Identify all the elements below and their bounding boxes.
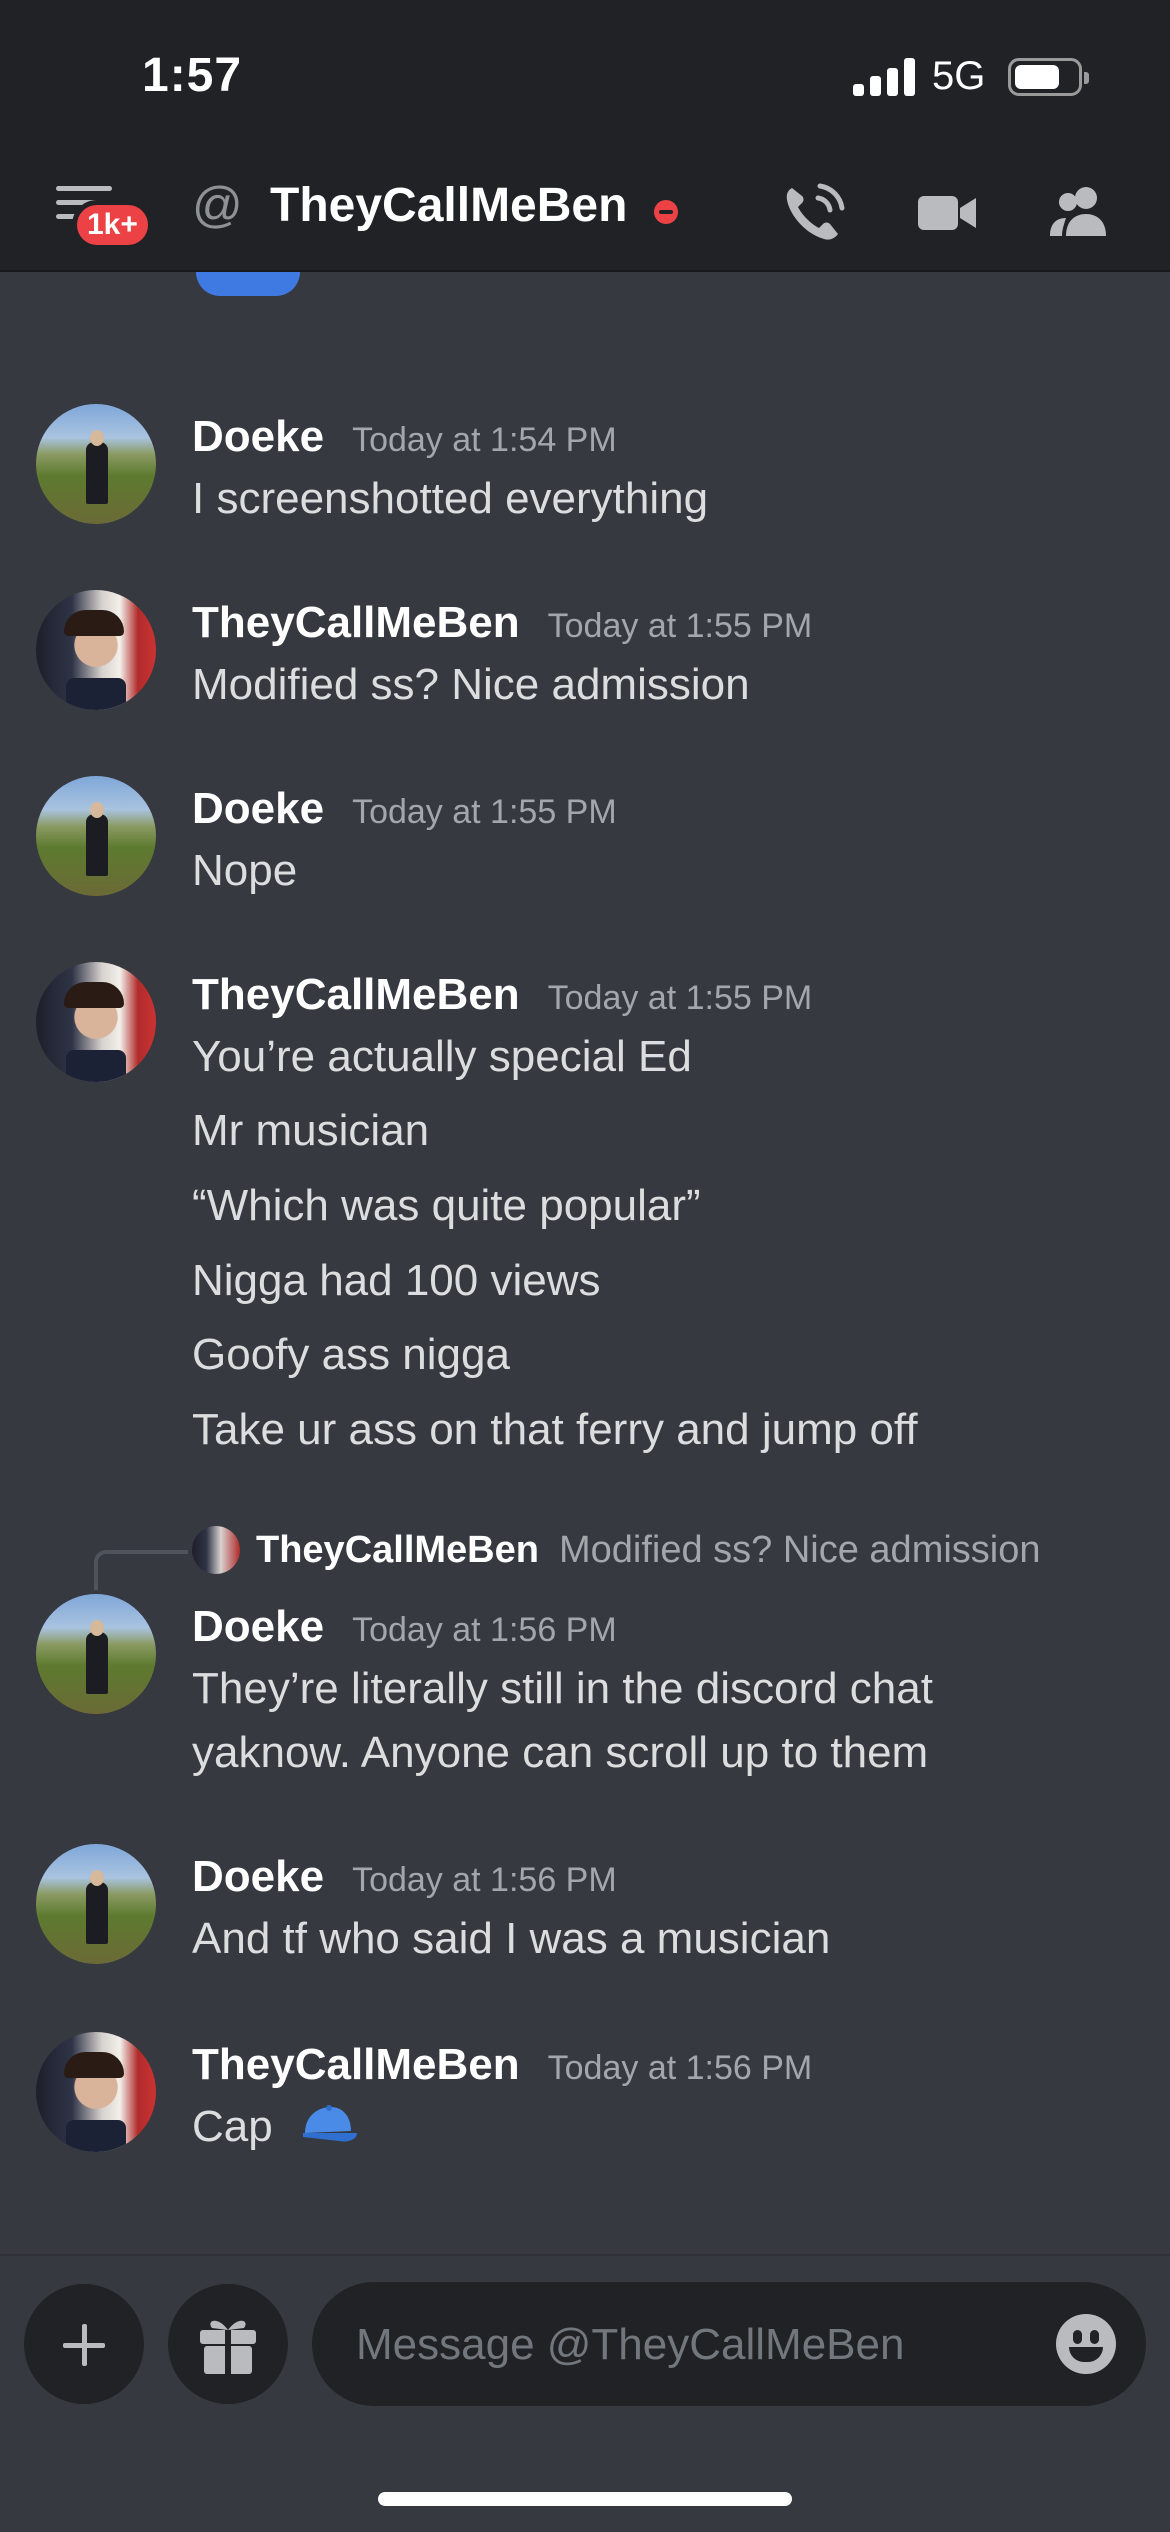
top-bar: 1:57 5G 1k+ @ TheyCallMeBen xyxy=(0,0,1170,272)
battery-icon xyxy=(1008,58,1089,96)
gift-button[interactable] xyxy=(168,2284,288,2404)
avatar[interactable] xyxy=(36,404,156,524)
message-text: Cap xyxy=(192,2102,361,2152)
reply-text: Modified ss? Nice admission xyxy=(558,1528,1041,1571)
reply-author: TheyCallMeBen xyxy=(256,1528,539,1571)
message-text: yaknow. Anyone can scroll up to them xyxy=(192,1728,929,1777)
avatar[interactable] xyxy=(36,776,156,896)
reply-preview[interactable]: TheyCallMeBen Modified ss? Nice admissio… xyxy=(192,1526,1041,1574)
avatar[interactable] xyxy=(36,962,156,1082)
timestamp: Today at 1:56 PM xyxy=(352,1611,617,1649)
message-text: Nigga had 100 views xyxy=(192,1256,601,1305)
username[interactable]: TheyCallMeBen xyxy=(192,970,520,1020)
avatar[interactable] xyxy=(36,2032,156,2152)
message-text: I screenshotted everything xyxy=(192,474,709,523)
timestamp: Today at 1:56 PM xyxy=(352,1861,617,1899)
username[interactable]: Doeke xyxy=(192,784,324,834)
message-text: Nope xyxy=(192,846,298,895)
avatar[interactable] xyxy=(36,1594,156,1714)
home-indicator[interactable] xyxy=(378,2492,792,2506)
reply-avatar xyxy=(192,1526,240,1574)
username[interactable]: Doeke xyxy=(192,412,324,462)
reply-connector xyxy=(94,1550,188,1590)
notification-badge: 1k+ xyxy=(72,200,153,250)
header-divider xyxy=(0,270,1170,272)
username[interactable]: TheyCallMeBen xyxy=(192,598,520,648)
at-icon: @ xyxy=(192,177,243,233)
gift-icon xyxy=(200,2320,256,2376)
message-text: Take ur ass on that ferry and jump off xyxy=(192,1405,918,1454)
network-label: 5G xyxy=(932,54,986,98)
timestamp: Today at 1:55 PM xyxy=(547,979,813,1017)
dnd-status-icon xyxy=(654,200,678,224)
message-text: Mr musician xyxy=(192,1106,430,1155)
message-text: Goofy ass nigga xyxy=(192,1330,510,1379)
video-icon[interactable] xyxy=(912,178,982,248)
scrolled-cap-emoji-fragment xyxy=(196,272,300,296)
members-icon[interactable] xyxy=(1044,178,1114,248)
emoji-icon[interactable] xyxy=(1056,2314,1116,2374)
message-text: You’re actually special Ed xyxy=(192,1032,692,1081)
composer-divider xyxy=(0,2254,1170,2256)
message-text: Modified ss? Nice admission xyxy=(192,660,750,709)
message-input[interactable] xyxy=(354,2282,998,2408)
message-text: And tf who said I was a musician xyxy=(192,1914,831,1963)
message-text: They’re literally still in the discord c… xyxy=(192,1664,933,1713)
phone-icon[interactable] xyxy=(778,178,848,248)
timestamp: Today at 1:56 PM xyxy=(547,2049,813,2087)
username[interactable]: TheyCallMeBen xyxy=(192,2040,520,2090)
message-text-span: Cap xyxy=(192,2102,273,2151)
username[interactable]: Doeke xyxy=(192,1602,324,1652)
dm-title[interactable]: TheyCallMeBen xyxy=(270,178,627,233)
timestamp: Today at 1:54 PM xyxy=(352,421,617,459)
message-composer[interactable] xyxy=(312,2282,1146,2408)
timestamp: Today at 1:55 PM xyxy=(547,607,813,645)
status-time: 1:57 xyxy=(142,49,243,102)
avatar[interactable] xyxy=(36,590,156,710)
avatar[interactable] xyxy=(36,1844,156,1964)
signal-icon xyxy=(853,58,915,96)
blue-cap-emoji-icon xyxy=(302,2105,357,2142)
add-attachment-button[interactable] xyxy=(24,2284,144,2404)
status-bar: 1:57 5G xyxy=(0,0,1170,150)
plus-icon xyxy=(63,2324,105,2366)
timestamp: Today at 1:55 PM xyxy=(352,793,617,831)
message-text: “Which was quite popular” xyxy=(192,1181,701,1230)
username[interactable]: Doeke xyxy=(192,1852,324,1902)
